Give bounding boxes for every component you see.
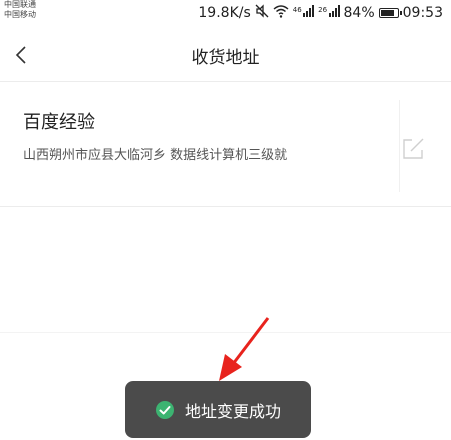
status-bar: 中国联通 中国移动 19.8K/s 46 26 84% 09:53 (0, 0, 451, 26)
carrier-info: 中国联通 中国移动 (4, 0, 64, 20)
wifi-icon (273, 4, 289, 22)
battery-percent: 84% (343, 5, 375, 21)
success-toast: 地址变更成功 (125, 381, 311, 438)
mute-icon (255, 4, 269, 22)
carrier-label-2: 中国移动 (4, 10, 36, 19)
battery-icon (378, 8, 402, 18)
list-bottom-divider (0, 332, 451, 333)
recipient-name: 百度经验 (23, 112, 95, 133)
signal-strength-icon-1: 46 (292, 5, 315, 21)
navigation-bar: 收货地址 (0, 30, 451, 80)
signal-strength-icon-2: 26 (318, 5, 340, 21)
signal-network-tag-1: 46 (292, 6, 302, 14)
address-divider (0, 206, 451, 207)
status-indicators: 19.8K/s 46 26 84% 09:53 (198, 2, 443, 24)
edit-address-button[interactable] (398, 134, 428, 164)
address-detail: 山西朔州市应县大临河乡 数据线计算机三级就 (23, 148, 288, 163)
clock: 09:53 (402, 5, 443, 21)
network-speed: 19.8K/s (198, 5, 251, 21)
address-card[interactable]: 百度经验 山西朔州市应县大临河乡 数据线计算机三级就 (0, 82, 451, 206)
page-title: 收货地址 (191, 48, 260, 68)
screen: 中国联通 中国移动 19.8K/s 46 26 84% 09:53 收货地址 百… (0, 0, 451, 440)
carrier-label-1: 中国联通 (4, 0, 36, 9)
toast-message: 地址变更成功 (184, 401, 281, 421)
check-circle-icon (155, 400, 174, 419)
signal-network-tag-2: 26 (318, 6, 328, 14)
edit-icon (403, 138, 424, 159)
